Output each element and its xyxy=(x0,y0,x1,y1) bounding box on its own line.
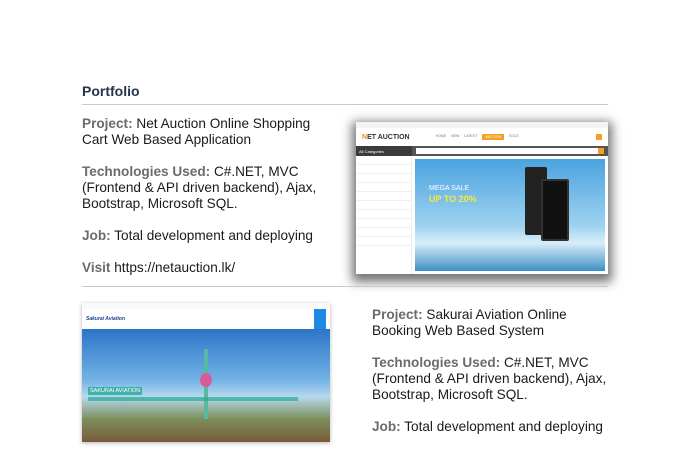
netauction-logo: NET AUCTION xyxy=(362,133,410,141)
visit-label: Visit xyxy=(82,260,111,275)
categories-label: All Categories xyxy=(356,146,412,156)
project-label: Project: xyxy=(372,307,423,322)
job-label: Job: xyxy=(82,228,111,243)
job-value: Total development and deploying xyxy=(114,228,313,243)
section-heading: Portfolio xyxy=(82,83,140,99)
hero-title: SAKURAI AVIATION xyxy=(88,387,143,395)
job-value: Total development and deploying xyxy=(404,419,603,434)
tech-label: Technologies Used: xyxy=(82,164,211,179)
section-divider xyxy=(82,286,608,287)
sakurai-screenshot: Sakurai Aviation SAKURAI AVIATION xyxy=(82,303,330,442)
visit-link[interactable]: https://netauction.lk/ xyxy=(114,260,235,275)
sale-banner: MEGA SALE UP TO 20% xyxy=(415,159,605,271)
banner-line1: MEGA SALE xyxy=(429,185,470,192)
cart-icon xyxy=(596,134,602,140)
project-label: Project: xyxy=(82,116,133,131)
tech-label: Technologies Used: xyxy=(372,355,501,370)
sakurai-logo: Sakurai Aviation xyxy=(86,316,125,322)
project-2-description: Project: Sakurai Aviation Online Booking… xyxy=(372,307,612,451)
banner-line2: UP TO 20% xyxy=(429,194,477,204)
netauction-screenshot: NET AUCTION HOME NEW LATEST AUCTION SOLD All… xyxy=(356,122,608,274)
job-label: Job: xyxy=(372,419,401,434)
heading-rule xyxy=(82,104,608,105)
project-1-description: Project: Net Auction Online Shopping Car… xyxy=(82,116,332,292)
